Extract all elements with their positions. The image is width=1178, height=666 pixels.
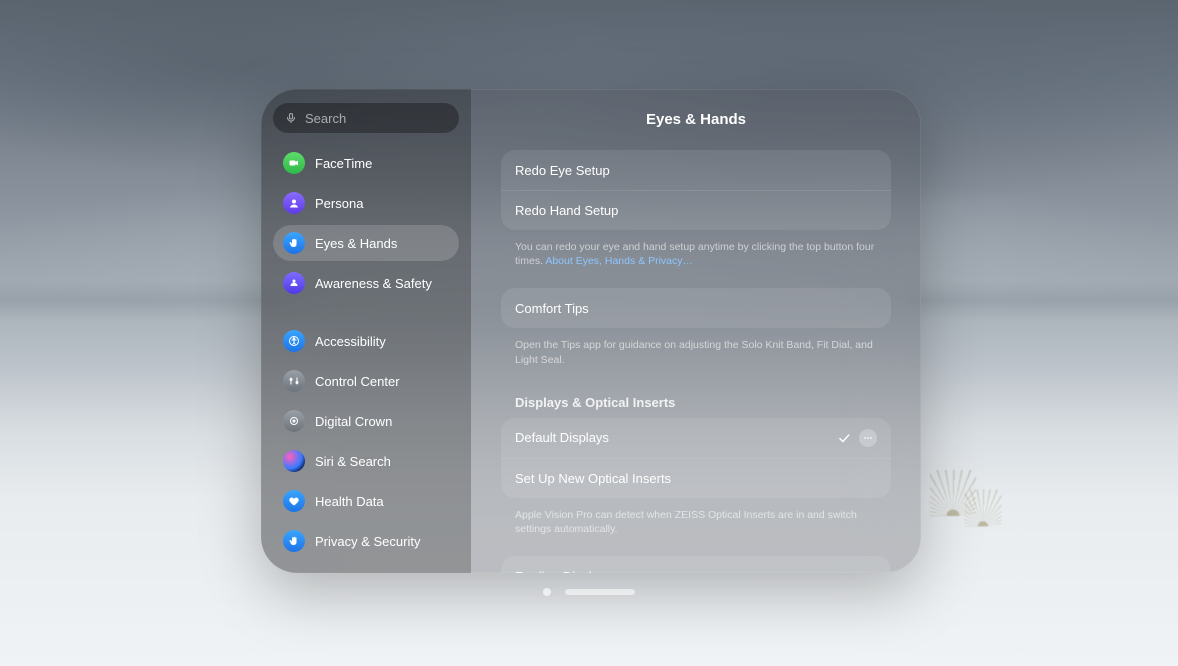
sidebar-item-label: Control Center [315,374,400,389]
search-input[interactable] [305,111,471,126]
sidebar-item-facetime[interactable]: FaceTime [273,145,459,181]
sidebar-item-eyes-hands[interactable]: Eyes & Hands [273,225,459,261]
awareness-icon [283,272,305,294]
redo-eye-setup-row[interactable]: Redo Eye Setup [501,150,891,190]
control-center-icon [283,370,305,392]
privacy-icon [283,530,305,552]
page-dot[interactable] [543,588,551,596]
row-label: Comfort Tips [515,301,589,316]
checkmark-icon [837,431,851,445]
health-icon [283,490,305,512]
displays-section-header: Displays & Optical Inserts [501,387,891,418]
page-indicator[interactable] [543,588,635,596]
row-label: Realign Displays [515,569,612,573]
sidebar-item-label: Siri & Search [315,454,391,469]
persona-icon [283,192,305,214]
setup-group: Redo Eye Setup Redo Hand Setup [501,150,891,230]
facetime-icon [283,152,305,174]
setup-footnote: You can redo your eye and hand setup any… [501,240,891,288]
comfort-footnote: Open the Tips app for guidance on adjust… [501,338,891,386]
sidebar-item-label: Health Data [315,494,384,509]
microphone-icon [285,112,297,124]
redo-hand-setup-row[interactable]: Redo Hand Setup [501,190,891,230]
more-button[interactable] [859,429,877,447]
sidebar-item-siri[interactable]: Siri & Search [273,443,459,479]
page-title: Eyes & Hands [501,89,891,150]
sidebar-item-label: Digital Crown [315,414,392,429]
sidebar-item-persona[interactable]: Persona [273,185,459,221]
sidebar-item-label: Accessibility [315,334,386,349]
sidebar-item-accessibility[interactable]: Accessibility [273,323,459,359]
sidebar-item-label: Eyes & Hands [315,236,397,251]
row-label: Set Up New Optical Inserts [515,471,671,486]
hand-icon [283,232,305,254]
sidebar-item-awareness[interactable]: Awareness & Safety [273,265,459,301]
sidebar-item-privacy[interactable]: Privacy & Security [273,523,459,559]
sidebar-item-digital-crown[interactable]: Digital Crown [273,403,459,439]
about-eyes-hands-privacy-link[interactable]: About Eyes, Hands & Privacy… [545,255,693,267]
sidebar-item-label: FaceTime [315,156,372,171]
siri-icon [283,450,305,472]
row-label: Redo Hand Setup [515,203,618,218]
settings-window: FaceTime Persona Eyes & Hands Awareness … [261,89,921,573]
row-label: Redo Eye Setup [515,163,610,178]
sidebar: FaceTime Persona Eyes & Hands Awareness … [261,89,471,573]
row-label: Default Displays [515,430,609,445]
sidebar-item-label: Persona [315,196,363,211]
search-field[interactable] [273,103,459,133]
displays-group: Default Displays Set Up New Optical Inse… [501,418,891,498]
default-displays-row[interactable]: Default Displays [501,418,891,458]
realign-group: Realign Displays [501,556,891,573]
displays-footnote: Apple Vision Pro can detect when ZEISS O… [501,508,891,556]
accessibility-icon [283,330,305,352]
sidebar-item-label: Awareness & Safety [315,276,432,291]
sidebar-item-control-center[interactable]: Control Center [273,363,459,399]
page-dot-current[interactable] [565,589,635,595]
realign-displays-row[interactable]: Realign Displays [501,556,891,573]
content-pane[interactable]: Eyes & Hands Redo Eye Setup Redo Hand Se… [471,89,921,573]
comfort-tips-row[interactable]: Comfort Tips [501,288,891,328]
comfort-group: Comfort Tips [501,288,891,328]
digital-crown-icon [283,410,305,432]
sidebar-item-health[interactable]: Health Data [273,483,459,519]
sidebar-item-label: Privacy & Security [315,534,420,549]
setup-optical-inserts-row[interactable]: Set Up New Optical Inserts [501,458,891,498]
